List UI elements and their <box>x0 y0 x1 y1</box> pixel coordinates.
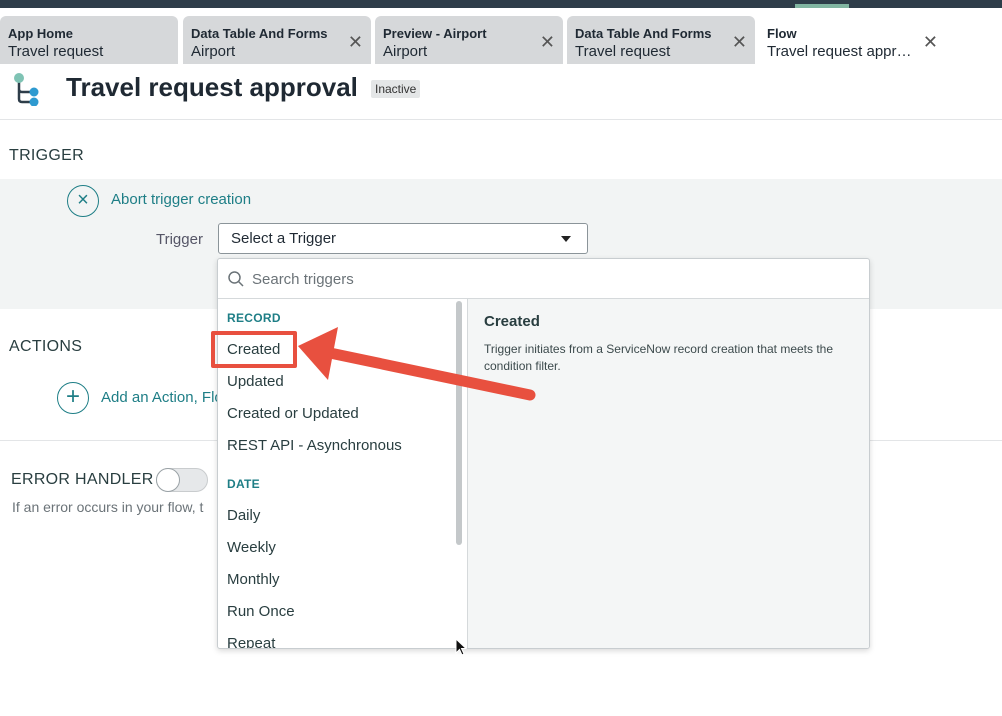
trigger-detail-pane: Created Trigger initiates from a Service… <box>468 299 869 648</box>
trigger-select[interactable]: Select a Trigger <box>218 223 588 254</box>
mouse-cursor-icon <box>455 638 467 656</box>
actions-section-label: ACTIONS <box>9 338 83 355</box>
add-icon[interactable]: + <box>57 382 89 414</box>
option-monthly[interactable]: Monthly <box>227 571 280 588</box>
status-badge: Inactive <box>371 80 421 98</box>
annotation-highlight-box <box>211 331 297 368</box>
close-icon[interactable]: ✕ <box>540 33 555 51</box>
error-handler-label: ERROR HANDLER <box>11 471 154 488</box>
trigger-select-value: Select a Trigger <box>231 230 337 247</box>
search-row <box>218 259 869 299</box>
group-title-record: RECORD <box>227 311 281 325</box>
tab-title: App Home <box>8 26 73 41</box>
tab-title: Data Table And Forms <box>191 26 328 41</box>
flow-icon <box>14 73 39 106</box>
tab-title: Flow <box>767 26 797 41</box>
option-updated[interactable]: Updated <box>227 373 284 390</box>
close-icon[interactable]: ✕ <box>923 33 938 51</box>
close-icon[interactable]: ✕ <box>732 33 747 51</box>
close-icon[interactable]: ✕ <box>348 33 363 51</box>
tab-strip: App Home Travel request Data Table And F… <box>0 8 1002 64</box>
error-handler-toggle[interactable] <box>156 468 208 492</box>
page-header: Travel request approval Inactive <box>0 56 1002 120</box>
trigger-dropdown: RECORD Created Updated Created or Update… <box>217 258 870 649</box>
search-icon <box>228 271 244 287</box>
error-handler-note: If an error occurs in your flow, t <box>12 499 204 515</box>
search-input[interactable] <box>252 267 852 291</box>
detail-description: Trigger initiates from a ServiceNow reco… <box>484 342 834 373</box>
tab-title: Preview - Airport <box>383 26 487 41</box>
option-daily[interactable]: Daily <box>227 507 260 524</box>
list-scrollbar[interactable] <box>456 301 462 545</box>
trigger-section-label: TRIGGER <box>9 147 84 164</box>
option-created-or-updated[interactable]: Created or Updated <box>227 405 359 422</box>
option-run-once[interactable]: Run Once <box>227 603 295 620</box>
abort-trigger-link[interactable]: Abort trigger creation <box>111 191 251 208</box>
detail-title: Created <box>484 313 540 330</box>
trigger-field-label: Trigger <box>156 231 203 248</box>
option-repeat[interactable]: Repeat <box>227 635 275 648</box>
top-bar <box>0 0 1002 8</box>
tab-title: Data Table And Forms <box>575 26 712 41</box>
option-weekly[interactable]: Weekly <box>227 539 276 556</box>
chevron-down-icon <box>561 236 571 242</box>
abort-icon[interactable]: × <box>67 185 99 217</box>
group-title-date: DATE <box>227 477 260 491</box>
option-rest-api-async[interactable]: REST API - Asynchronous <box>227 437 402 454</box>
add-action-link[interactable]: Add an Action, Flo <box>101 389 218 406</box>
page-title: Travel request approval <box>66 72 358 102</box>
toggle-knob <box>156 468 180 492</box>
